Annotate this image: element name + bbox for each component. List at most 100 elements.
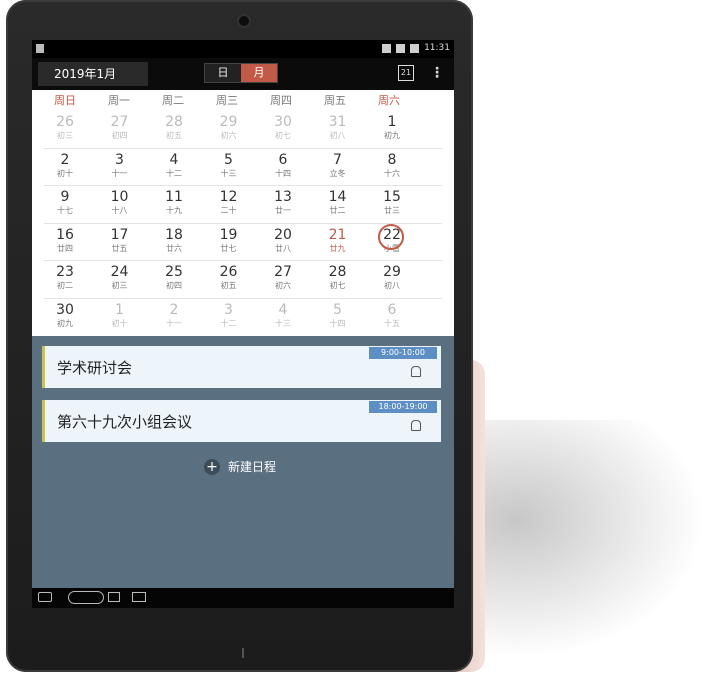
lunar-date: 十一	[166, 318, 182, 328]
weekday-header-tue: 周二	[162, 94, 184, 107]
calendar-day-cell[interactable]: 27 初四	[93, 110, 147, 146]
calendar-day-cell[interactable]: 31 初八	[311, 110, 365, 146]
day-number: 24	[110, 264, 129, 280]
lunar-date: 初五	[166, 131, 182, 140]
calendar-day-cell[interactable]: 9 十七	[38, 185, 92, 221]
back-icon[interactable]	[38, 592, 52, 602]
calendar-day-cell[interactable]: 17 廿五	[93, 223, 147, 259]
calendar-day-cell[interactable]: 8 十六	[365, 148, 419, 184]
tab-day[interactable]: 日	[205, 64, 241, 82]
calendar-day-cell[interactable]: 13 廿一	[256, 185, 310, 221]
lunar-date: 廿六	[166, 243, 182, 253]
day-number: 27	[110, 114, 129, 130]
calendar-day-cell[interactable]: 5 十四	[311, 298, 365, 334]
calendar-day-cell[interactable]: 27 初六	[256, 260, 310, 296]
calendar-day-cell[interactable]: 2 十一	[147, 298, 201, 334]
calendar-day-cell[interactable]: 1 初九	[365, 110, 419, 146]
day-number: 23	[56, 264, 74, 280]
day-number: 6	[278, 151, 288, 168]
cloud-icon	[410, 43, 420, 53]
plus-icon: +	[204, 458, 220, 475]
lunar-date: 初九	[384, 131, 400, 140]
lunar-date: 初七	[275, 131, 291, 140]
day-number: 21	[328, 226, 347, 243]
lunar-date: 初五	[220, 281, 237, 290]
calendar-day-cell[interactable]: 5 十三	[202, 148, 256, 184]
calendar-day-cell[interactable]: 21 廿九	[311, 223, 365, 259]
month-title[interactable]: 2019年1月	[38, 62, 148, 86]
today-ring	[378, 223, 404, 250]
weekday-header-mon: 周一	[108, 94, 130, 107]
add-event-button[interactable]: + 新建日程	[204, 458, 276, 475]
home-icon[interactable]	[68, 591, 104, 604]
lunar-date: 二十	[220, 206, 237, 215]
calendar-day-cell[interactable]: 3 十一	[93, 148, 147, 184]
calendar-day-cell[interactable]: 4 十三	[256, 298, 310, 334]
bell-icon	[411, 420, 421, 431]
day-number: 16	[56, 226, 74, 243]
calendar-day-cell[interactable]: 25 初四	[147, 260, 201, 296]
today-calendar-icon[interactable]: 21	[398, 65, 414, 81]
calendar-day-cell[interactable]: 10 十八	[93, 185, 147, 221]
day-number: 30	[274, 114, 292, 130]
lunar-date: 廿一	[275, 206, 291, 215]
event-time-badge: 18:00-19:00	[369, 401, 437, 413]
weekday-header-sun: 周日	[54, 94, 76, 107]
day-number: 1	[115, 301, 124, 318]
calendar-day-cell[interactable]: 3 十二	[202, 298, 256, 334]
calendar-day-cell[interactable]: 4 十二	[147, 148, 201, 184]
calendar-day-cell[interactable]: 30 初九	[38, 298, 92, 334]
calendar-day-cell[interactable]: 18 廿六	[147, 223, 201, 259]
calendar-day-cell[interactable]: 28 初七	[311, 260, 365, 296]
calendar-day-cell[interactable]: 23 初二	[38, 260, 92, 296]
day-number: 27	[274, 264, 292, 280]
lunar-date: 廿九	[329, 243, 346, 253]
day-number: 25	[165, 264, 183, 280]
lunar-date: 廿七	[220, 243, 237, 253]
calendar-day-cell[interactable]: 14 廿二	[311, 185, 365, 221]
status-icons: 11:31	[382, 43, 450, 53]
day-number: 13	[274, 189, 292, 205]
calendar-day-cell[interactable]: 29 初六	[202, 110, 256, 146]
day-number: 8	[387, 151, 397, 168]
event-time-badge: 9:00-10:00	[369, 347, 437, 359]
calendar-day-cell[interactable]: 28 初五	[147, 110, 201, 146]
lunar-date: 十二	[220, 318, 237, 328]
calendar-day-cell[interactable]: 11 十九	[147, 185, 201, 221]
month-calendar: 周日 周一 周二 周三 周四 周五 周六 26 初三 27 初四 28 初五 29 初六 30 初…	[32, 90, 454, 336]
day-number: 11	[165, 189, 183, 205]
calendar-day-cell[interactable]: 24 初三	[93, 260, 147, 296]
calendar-day-cell[interactable]: 22 小雪	[365, 223, 419, 259]
lunar-date: 十九	[166, 206, 182, 215]
add-event-label: 新建日程	[228, 460, 277, 474]
day-number: 28	[165, 114, 183, 130]
calendar-day-cell[interactable]: 1 初十	[93, 298, 147, 334]
calendar-day-cell[interactable]: 7 立冬	[311, 148, 365, 184]
event-card[interactable]: 学术研讨会 9:00-10:00	[42, 346, 441, 388]
calendar-day-cell[interactable]: 19 廿七	[202, 223, 256, 259]
day-number: 5	[333, 301, 342, 318]
lunar-date: 初八	[329, 131, 346, 140]
microphone	[242, 648, 244, 658]
calendar-day-cell[interactable]: 12 二十	[202, 185, 256, 221]
calendar-day-cell[interactable]: 6 十四	[256, 148, 310, 184]
calendar-day-cell[interactable]: 2 初十	[38, 148, 92, 184]
app-toolbar: 2019年1月 日 月 21 ⋮	[32, 58, 454, 90]
event-card[interactable]: 第六十九次小组会议 18:00-19:00	[42, 400, 441, 442]
calendar-day-cell[interactable]: 15 廿三	[365, 185, 419, 221]
calendar-day-cell[interactable]: 29 初八	[365, 260, 419, 296]
day-number: 5	[224, 151, 233, 168]
notification-icon	[36, 44, 44, 53]
calendar-day-cell[interactable]: 16 廿四	[38, 223, 92, 259]
calendar-day-cell[interactable]: 26 初三	[38, 110, 92, 146]
calendar-day-cell[interactable]: 6 十五	[365, 298, 419, 334]
recent-apps-icon[interactable]	[108, 592, 120, 602]
calendar-day-cell[interactable]: 26 初五	[202, 260, 256, 296]
tab-month[interactable]: 月	[241, 64, 277, 82]
calendar-day-cell[interactable]: 20 廿八	[256, 223, 310, 259]
overflow-menu-icon[interactable]: ⋮	[430, 64, 444, 82]
calendar-day-cell[interactable]: 30 初七	[256, 110, 310, 146]
wifi-icon	[382, 43, 392, 53]
day-number: 2	[169, 301, 179, 318]
screenshot-icon[interactable]	[132, 592, 146, 602]
